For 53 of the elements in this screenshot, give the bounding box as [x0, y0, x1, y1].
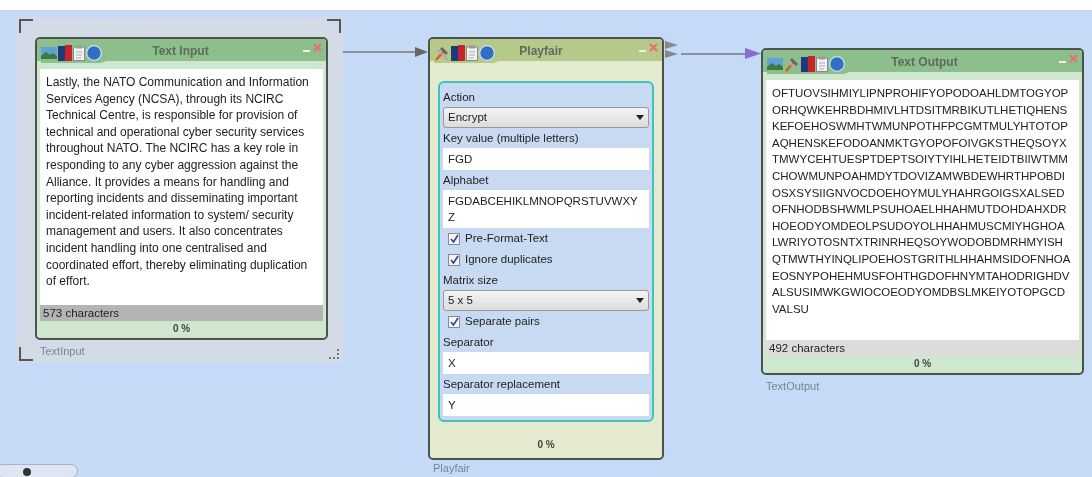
help-icon[interactable] — [86, 45, 102, 61]
text-input-area[interactable]: Lastly, the NATO Communication and Information Services Agency (NCSA), through its NCIRC Technical Centre, is responsible for provision of technical and operational cyber security services throughout NATO. The NCIRC has a key role in responding to any cyber aggression against the Alliance. It provides a means for handling and reporting incidents and disseminating important incident-related information to system/ security management and users. It also concentrates incident handling into one centralised and coordinated effort, thereby eliminating duplication of effort. — [40, 69, 323, 305]
clipboard-icon[interactable] — [73, 45, 85, 61]
input-field[interactable]: X — [443, 352, 649, 374]
node-caption: Playfair — [433, 461, 470, 476]
setting-label: Matrix size — [443, 273, 499, 288]
checkbox-label: Ignore duplicates — [465, 251, 553, 267]
resize-grip-icon[interactable] — [329, 349, 339, 359]
checkbox[interactable] — [448, 315, 460, 328]
clipboard-icon[interactable] — [466, 45, 478, 61]
input-field[interactable]: FGDABCEHIKLMNOPQRSTUVWXYZ — [443, 190, 649, 228]
checkbox[interactable] — [448, 253, 460, 266]
caret-icon — [636, 298, 644, 303]
clipboard-icon[interactable] — [816, 56, 828, 72]
book-icon[interactable] — [451, 45, 465, 61]
hammer-icon[interactable] — [434, 45, 450, 61]
setting-label: Action — [443, 90, 476, 105]
checkbox-label: Pre-Format-Text — [465, 230, 549, 246]
corner-mark — [19, 347, 33, 361]
setting-label: Separator — [443, 335, 495, 350]
node-caption: TextOutput — [766, 379, 820, 394]
picture-icon[interactable] — [41, 46, 57, 60]
slider-thumb[interactable] — [22, 468, 31, 476]
book-icon[interactable] — [801, 56, 815, 72]
setting-label: Key value (multiple letters) — [443, 131, 580, 146]
setting-label: Separator replacement — [443, 377, 561, 392]
checkbox[interactable] — [448, 232, 460, 245]
node-caption: TextInput — [40, 344, 85, 359]
help-icon[interactable] — [479, 45, 495, 61]
close-icon[interactable] — [649, 43, 658, 52]
setting-label: Alphabet — [443, 173, 490, 188]
progress-label: 0 % — [171, 322, 192, 336]
zoom-slider[interactable] — [0, 464, 78, 477]
character-count: 573 characters — [40, 305, 323, 321]
help-icon[interactable] — [829, 56, 845, 72]
corner-mark — [19, 19, 33, 33]
checkbox-label: Separate pairs — [465, 313, 540, 329]
hammer-icon[interactable] — [784, 56, 800, 72]
text-output-area: OFTUOVSIHMIYLIPNPROHIFYOPODOAHLDMTOGYOPORHQWKEHRBDHMIVLHTDSITMRBIKUTLHETIQHENSKEFOEHOSWMHTWMUNPOTHFPCGMTMULYHTOTOPAQHENSKEFODOANMKTGYOPOFOIVGKSTHEQSOYXTMWYCEHTUESPTDEPTSOIYTYIHLHETEIDTBIIWTMMCHOWMUNPOAHMDYTDOVIZAMWBDEWHRTHPOBDIOSXSYSIIGNVOCDOEHOYMULYHAHRGOIGSXALSEDOFNHODBSHWMLPSUHOAELHHAHMUTDOHDAHXDRHOEODYOMDEOLPSUDOYOLHHAHMUSCMIYHGHOALWRIYOTOSNTXTRINRHEQSOYWODOBDMRHMYISHQTMWTHYINQLIPOEHOSTGRITHLHHAHMSIDOFNHOAEOSNYPOHEHMUSFOHTHGDOFHNYMTAHODRIGHDVALSUSIMWKGWIOCOEODYOMDBSLMKEIYOTOPGCDVALSU — [766, 80, 1079, 340]
character-count: 492 characters — [766, 340, 1079, 356]
input-field[interactable]: FGD — [443, 148, 649, 170]
node-title: Text Input — [152, 43, 209, 60]
node-title: Playfair — [519, 43, 563, 60]
dropdown[interactable]: 5 x 5 — [443, 290, 649, 311]
progress-label: 0 % — [912, 357, 933, 371]
input-field[interactable]: Y — [443, 394, 649, 416]
corner-mark — [327, 19, 341, 33]
caret-icon — [636, 115, 644, 120]
progress-label: 0 % — [536, 438, 556, 452]
picture-icon[interactable] — [767, 57, 783, 71]
dropdown[interactable]: Encrypt — [443, 107, 649, 128]
node-title: Text Output — [891, 54, 958, 71]
book-icon[interactable] — [58, 45, 72, 61]
